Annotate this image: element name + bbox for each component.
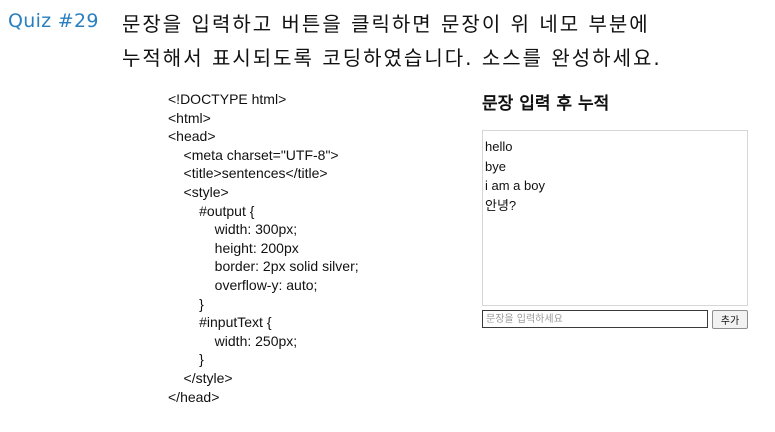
code-line: <head>: [168, 128, 216, 145]
code-line: border: 2px solid silver;: [168, 258, 359, 275]
output-sentence: hello: [485, 139, 513, 154]
code-line: <!DOCTYPE html>: [168, 91, 287, 107]
code-line: </style>: [168, 369, 233, 386]
code-line: overflow-y: auto;: [168, 276, 318, 293]
code-line: width: 250px;: [168, 332, 298, 349]
code-line: <meta charset="UTF-8">: [168, 146, 339, 163]
source-code-listing: <!DOCTYPE html> <html> <head> <meta char…: [168, 90, 359, 406]
code-line: <html>: [168, 109, 211, 126]
code-line: }: [168, 295, 204, 312]
output-sentence: 안녕?: [485, 197, 517, 213]
quiz-question-line-2: 누적해서 표시되도록 코딩하였습니다. 소스를 완성하세요.: [122, 46, 662, 70]
code-line: #inputText {: [168, 314, 272, 331]
add-sentence-button[interactable]: 추가: [712, 310, 748, 329]
sentence-input[interactable]: [482, 310, 708, 328]
code-line: #output {: [168, 202, 255, 219]
code-line: <style>: [168, 183, 229, 200]
code-line: height: 200px: [168, 239, 299, 256]
code-line: width: 300px;: [168, 221, 298, 238]
code-line: <title>sentences</title>: [168, 165, 328, 182]
code-line: }: [168, 351, 204, 368]
code-line: </head>: [168, 388, 220, 405]
output-sentence: i am a boy: [485, 178, 545, 194]
quiz-question-line-1: 문장을 입력하고 버튼을 클릭하면 문장이 위 네모 부분에: [122, 12, 650, 36]
output-area[interactable]: hello bye i am a boy 안녕?: [482, 130, 748, 306]
output-sentence: bye: [485, 158, 506, 174]
quiz-number-label: Quiz #29: [8, 10, 99, 32]
demo-page-heading: 문장 입력 후 누적: [482, 94, 610, 114]
